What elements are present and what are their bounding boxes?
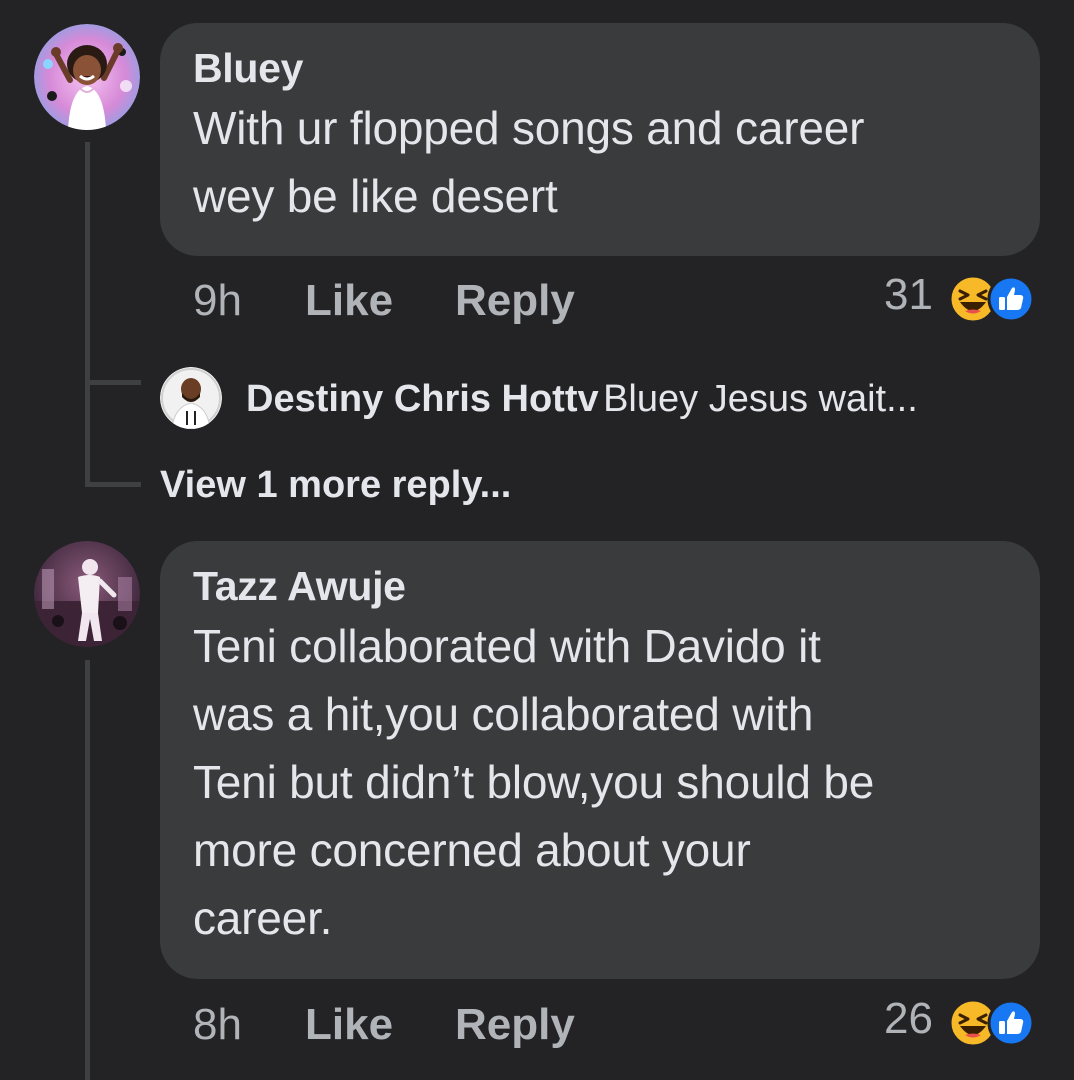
avatar-tazz-awuje[interactable] [34, 541, 140, 647]
comment-actions: 8h Like Reply [193, 1000, 693, 1056]
like-button[interactable]: Like [305, 276, 393, 326]
thread-line-vertical [85, 142, 90, 482]
reply-button[interactable]: Reply [455, 1000, 575, 1050]
comment-time[interactable]: 8h [193, 1000, 242, 1050]
comment-actions: 9h Like Reply [193, 276, 693, 332]
thread-line-vertical-2 [85, 660, 90, 1080]
comment-author[interactable]: Bluey [193, 45, 1007, 92]
comments-thread: Bluey With ur flopped songs and career w… [0, 0, 1074, 1080]
comment-text: Teni collaborated with Davido it was a h… [193, 620, 875, 944]
reply-button[interactable]: Reply [455, 276, 575, 326]
comment-text: With ur flopped songs and career wey be … [193, 102, 865, 222]
reaction-summary[interactable]: 26 [880, 994, 1042, 1050]
reply-preview[interactable]: Destiny Chris Hottv Bluey Jesus wait... [246, 378, 918, 421]
thread-line-branch-1 [85, 380, 141, 385]
reply-text: Bluey Jesus wait... [603, 378, 918, 420]
comment-bubble[interactable]: Bluey With ur flopped songs and career w… [160, 23, 1040, 256]
comment-bubble[interactable]: Tazz Awuje Teni collaborated with Davido… [160, 541, 1040, 979]
reaction-count: 31 [884, 270, 933, 319]
reaction-count: 26 [884, 994, 933, 1043]
view-more-replies-link[interactable]: View 1 more reply... [160, 464, 511, 507]
avatar-bluey[interactable] [34, 24, 140, 130]
like-icon [986, 998, 1036, 1048]
like-button[interactable]: Like [305, 1000, 393, 1050]
reply-author[interactable]: Destiny Chris Hottv [246, 378, 599, 420]
reaction-summary[interactable]: 31 [880, 270, 1042, 326]
like-icon [986, 274, 1036, 324]
comment-time[interactable]: 9h [193, 276, 242, 326]
thread-line-branch-2 [85, 482, 141, 487]
comment-author[interactable]: Tazz Awuje [193, 563, 1007, 610]
avatar-destiny-chris-hottv[interactable] [160, 367, 222, 429]
